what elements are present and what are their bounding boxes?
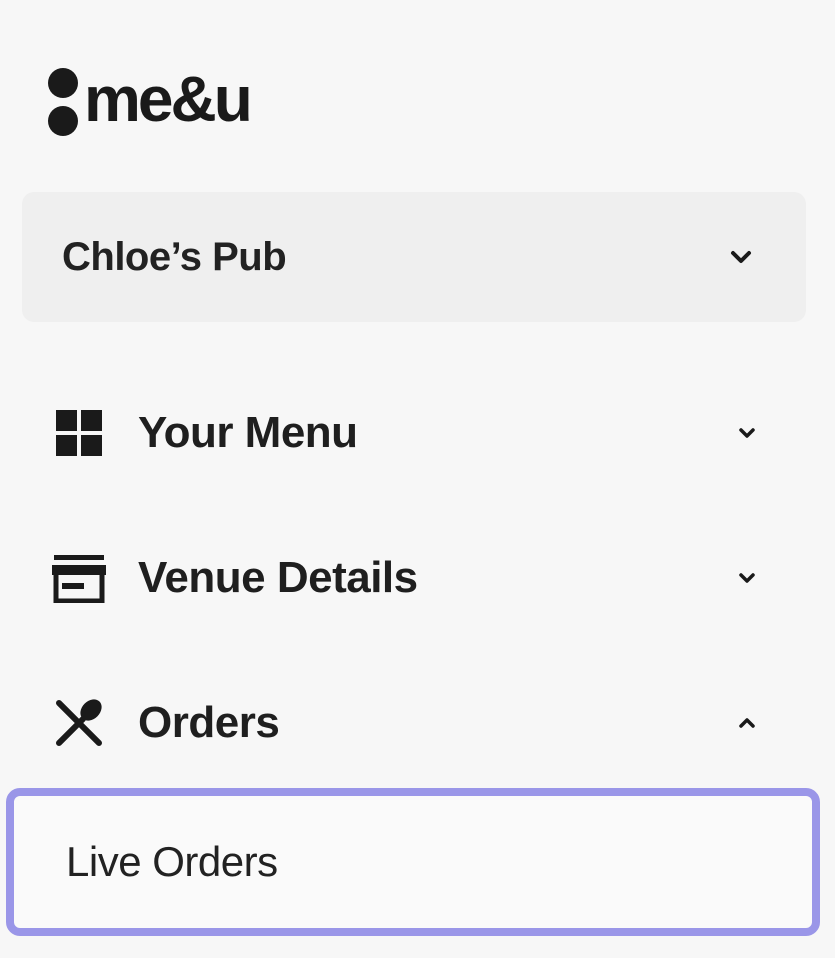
nav-subitem-live-orders[interactable]: Live Orders [6,788,820,936]
nav-subitem-label: Live Orders [66,838,278,885]
chevron-down-icon [732,418,762,448]
chevron-down-icon [726,242,756,272]
chevron-up-icon [732,708,762,738]
nav-item-label: Your Menu [138,408,358,457]
chevron-down-icon [732,563,762,593]
logo-dots-icon [48,66,80,138]
venue-selector[interactable]: Chloe’s Pub [22,192,806,322]
logo-text: me&u [84,63,253,135]
nav-item-label: Venue Details [138,553,418,602]
nav-item-your-menu[interactable]: Your Menu [50,398,762,468]
grid-icon [50,404,108,462]
sidebar: me&u Chloe’s Pub Your Menu Venue Details… [0,0,835,958]
nav-item-orders[interactable]: Orders [50,688,762,758]
utensils-icon [50,694,108,752]
brand-logo[interactable]: me&u [48,62,253,142]
venue-name: Chloe’s Pub [62,234,287,279]
nav-item-label: Orders [138,698,280,747]
storefront-icon [50,549,108,607]
nav-item-venue-details[interactable]: Venue Details [50,543,762,613]
